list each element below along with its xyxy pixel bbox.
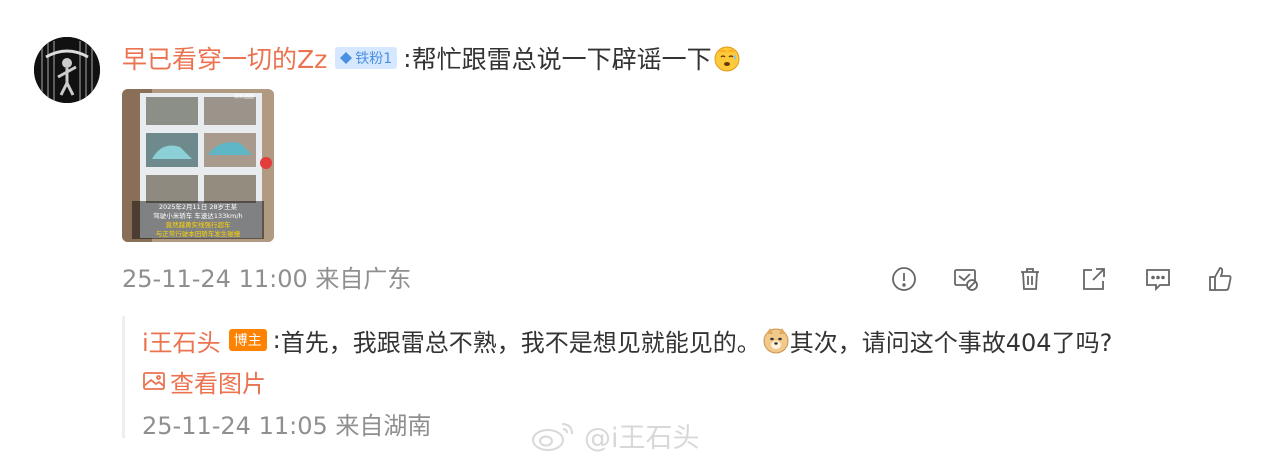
reply-divider bbox=[122, 316, 125, 438]
comment-actions bbox=[880, 262, 1240, 296]
thumbnail-caption-1: 2025年2月11日 28岁王某 bbox=[159, 202, 238, 211]
reply-meta: 25-11-24 11:05 来自湖南 bbox=[142, 409, 431, 443]
reply-colon: : bbox=[272, 326, 281, 354]
thumbnail-caption-4: 与正常行驶本田轿车发生碰撞 bbox=[156, 229, 241, 238]
reply-timestamp: 25-11-24 11:05 bbox=[142, 412, 328, 440]
sweat-emoji-icon bbox=[714, 46, 740, 72]
thumbnail-corner-label: 资料画面 bbox=[234, 93, 254, 100]
comment-text: 帮忙跟雷总说一下辟谣一下 bbox=[411, 45, 712, 74]
doge-emoji-icon bbox=[763, 328, 789, 354]
comment-timestamp: 25-11-24 11:00 bbox=[122, 265, 308, 293]
comment-meta: 25-11-24 11:00 来自广东 bbox=[122, 262, 411, 296]
reply-text-part2: 其次，请问这个事故404了吗? bbox=[789, 328, 1113, 357]
reply-source: 来自湖南 bbox=[335, 412, 432, 440]
image-icon bbox=[143, 372, 165, 390]
comment-header: 早已看穿一切的Zz 铁粉1 : 帮忙跟雷总说一下辟谣一下 bbox=[122, 38, 741, 78]
weibo-logo-icon bbox=[532, 423, 573, 451]
comment-image-thumbnail[interactable]: 资料画面 2025年2月11日 28岁王某 驾驶小米轿车 车速达133km/h … bbox=[122, 89, 274, 242]
avatar[interactable] bbox=[34, 37, 100, 103]
fan-badge[interactable]: 铁粉1 bbox=[335, 47, 398, 69]
view-picture-link[interactable]: 查看图片 bbox=[142, 364, 266, 398]
like-icon[interactable] bbox=[1206, 265, 1234, 293]
watermark-text: @i王石头 bbox=[584, 422, 700, 454]
thumbnail-caption-2: 驾驶小米轿车 车速达133km/h bbox=[153, 211, 242, 220]
trash-icon[interactable] bbox=[1016, 265, 1044, 293]
fan-badge-label: 铁粉1 bbox=[355, 51, 393, 67]
weibo-watermark: @i王石头 bbox=[530, 415, 700, 455]
forward-block-icon[interactable] bbox=[952, 265, 980, 293]
host-badge: 博主 bbox=[228, 329, 267, 351]
reply-header: i王石头 博主 : 首先，我跟雷总不熟，我不是想见就能见的。 其次，请问这个事故… bbox=[142, 320, 1112, 360]
comment-source: 来自广东 bbox=[315, 265, 412, 293]
share-icon[interactable] bbox=[1080, 265, 1108, 293]
view-picture-label: 查看图片 bbox=[170, 369, 266, 398]
comment-username[interactable]: 早已看穿一切的Zz bbox=[122, 40, 327, 76]
thumbnail-caption-3: 竟然越黄实线强行超车 bbox=[166, 220, 232, 229]
comment-colon: : bbox=[403, 43, 412, 73]
reply-username[interactable]: i王石头 bbox=[142, 323, 221, 358]
reply-text-part1: 首先，我跟雷总不熟，我不是想见就能见的。 bbox=[280, 328, 761, 357]
diamond-icon bbox=[340, 52, 353, 64]
alert-icon[interactable] bbox=[890, 265, 918, 293]
comment-icon[interactable] bbox=[1144, 265, 1172, 293]
